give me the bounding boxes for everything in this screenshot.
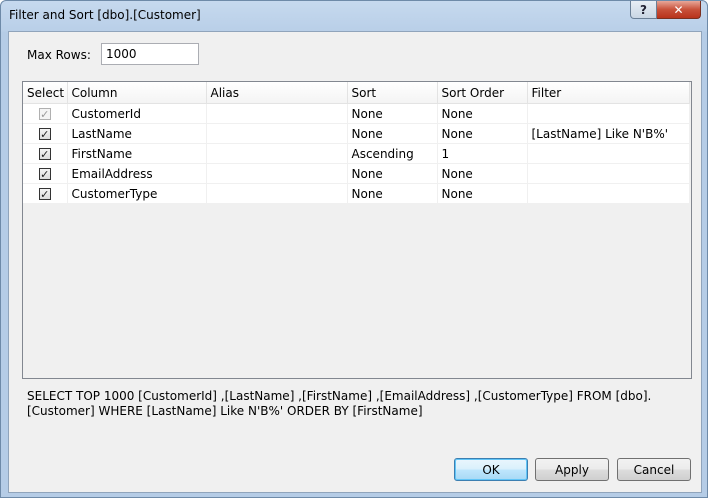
sort-cell[interactable]: None [347,103,438,124]
alias-cell[interactable] [206,143,348,164]
select-cell: ✓ [23,143,68,164]
alias-cell[interactable] [206,163,348,184]
select-checkbox: ✓ [38,108,51,121]
cancel-button[interactable]: Cancel [617,458,691,481]
ok-button[interactable]: OK [454,458,528,481]
column-cell[interactable]: LastName [67,123,207,144]
alias-cell[interactable] [206,183,348,204]
filter-sort-dialog: Filter and Sort [dbo].[Customer] ? ✕ Max… [0,0,708,498]
sort-order-cell[interactable]: 1 [437,143,528,164]
sort-order-cell[interactable]: None [437,163,528,184]
apply-button[interactable]: Apply [535,458,609,481]
max-rows-label: Max Rows: [27,48,91,62]
sort-order-cell[interactable]: None [437,183,528,204]
sort-cell[interactable]: Ascending [347,143,438,164]
alias-cell[interactable] [206,123,348,144]
filter-cell[interactable] [527,143,690,164]
sort-order-cell[interactable]: None [437,123,528,144]
sql-preview: SELECT TOP 1000 [CustomerId] ,[LastName]… [22,383,692,445]
select-checkbox[interactable]: ✓ [38,148,51,161]
table-row[interactable]: ✓ CustomerType None None [23,183,690,204]
header-column[interactable]: Column [67,82,207,104]
filter-cell[interactable] [527,183,690,204]
column-cell[interactable]: EmailAddress [67,163,207,184]
alias-cell[interactable] [206,103,348,124]
columns-grid: Select Column Alias Sort Sort Order Filt… [22,81,692,379]
grid-body: ✓ CustomerId None None ✓ LastName None None [Las… [23,103,690,204]
column-cell[interactable]: CustomerType [67,183,207,204]
max-rows-input[interactable] [101,43,199,65]
select-checkbox[interactable]: ✓ [38,128,51,141]
header-sort-order[interactable]: Sort Order [437,82,528,104]
close-button[interactable]: ✕ [657,1,701,19]
select-checkbox[interactable]: ✓ [38,168,51,181]
header-sort[interactable]: Sort [347,82,438,104]
title-bar[interactable]: Filter and Sort [dbo].[Customer] ? ✕ [1,1,707,31]
select-checkbox[interactable]: ✓ [38,188,51,201]
table-row[interactable]: ✓ EmailAddress None None [23,163,690,184]
table-row[interactable]: ✓ CustomerId None None [23,103,690,124]
dialog-title: Filter and Sort [dbo].[Customer] [9,8,201,22]
header-filter[interactable]: Filter [527,82,690,104]
header-alias[interactable]: Alias [206,82,348,104]
columns-table: Select Column Alias Sort Sort Order Filt… [23,82,690,204]
filter-cell[interactable] [527,163,690,184]
column-cell[interactable]: CustomerId [67,103,207,124]
dialog-body: Max Rows: Select Column Alias Sort Sort … [8,31,702,493]
filter-cell[interactable]: [LastName] Like N'B%' [527,123,690,144]
sort-cell[interactable]: None [347,123,438,144]
title-buttons: ? ✕ [630,1,701,19]
grid-header-row: Select Column Alias Sort Sort Order Filt… [23,82,690,104]
column-cell[interactable]: FirstName [67,143,207,164]
select-cell: ✓ [23,163,68,184]
sort-cell[interactable]: None [347,183,438,204]
table-row[interactable]: ✓ FirstName Ascending 1 [23,143,690,164]
select-cell: ✓ [23,183,68,204]
table-row[interactable]: ✓ LastName None None [LastName] Like N'B%' [23,123,690,144]
sort-order-cell[interactable]: None [437,103,528,124]
header-select[interactable]: Select [23,82,68,104]
help-button[interactable]: ? [630,1,657,19]
select-cell: ✓ [23,123,68,144]
select-cell: ✓ [23,103,68,124]
filter-cell[interactable] [527,103,690,124]
sort-cell[interactable]: None [347,163,438,184]
